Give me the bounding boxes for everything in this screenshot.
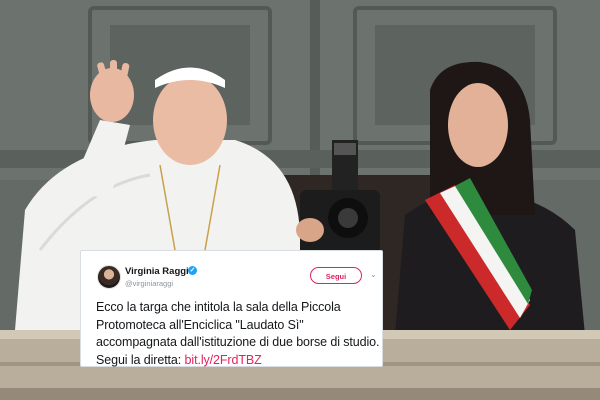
verified-badge-icon: ✓: [188, 266, 197, 275]
follow-button[interactable]: Segui: [310, 267, 362, 284]
chevron-down-icon[interactable]: ⌄: [370, 270, 377, 279]
tweet-embed-card: Virginia Raggi ✓ @virginiaraggi Segui ⌄ …: [80, 250, 383, 367]
author-name: Virginia Raggi: [125, 266, 189, 277]
avatar: [97, 265, 121, 289]
tweet-text: Ecco la targa che intitola la sala della…: [96, 299, 384, 369]
news-photo: Virginia Raggi ✓ @virginiaraggi Segui ⌄ …: [0, 0, 600, 400]
author-handle: @virginiaraggi: [125, 279, 174, 288]
tweet-link[interactable]: bit.ly/2FrdTBZ: [185, 353, 262, 367]
